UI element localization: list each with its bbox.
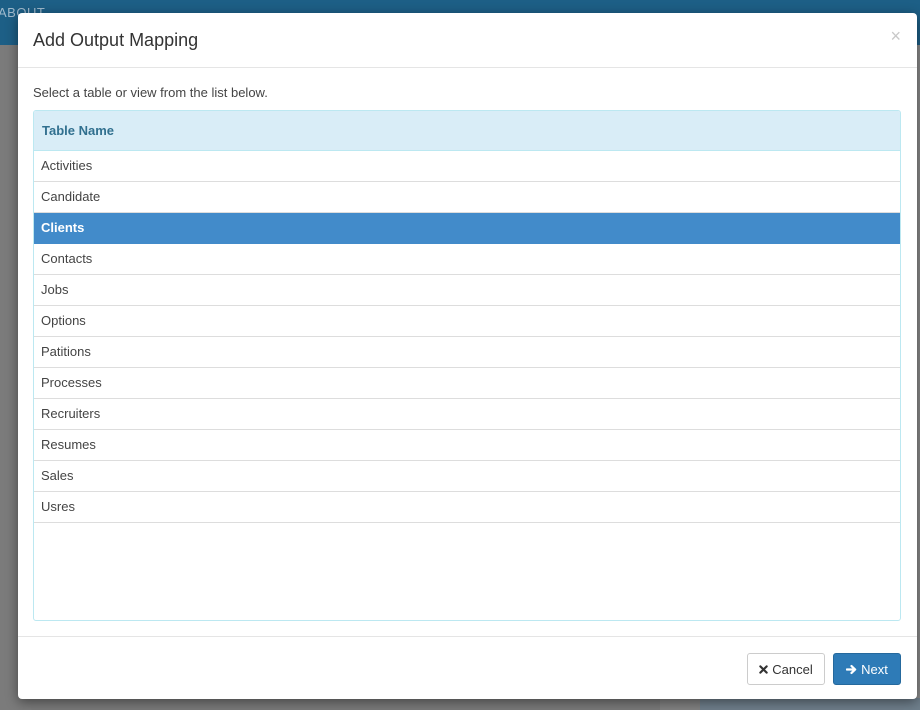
table-row[interactable]: Sales [34,461,900,492]
table-row[interactable]: Resumes [34,430,900,461]
arrow-right-icon [846,664,857,675]
cancel-button[interactable]: Cancel [747,653,825,685]
table-row[interactable]: Candidate [34,182,900,213]
next-button[interactable]: Next [833,653,901,685]
times-icon [759,664,768,674]
background-bottom-strip [700,698,920,710]
modal-title: Add Output Mapping [33,30,199,50]
next-label: Next [861,661,888,677]
modal-header: Add Output Mapping × [18,13,917,68]
table-row[interactable]: Processes [34,368,900,399]
table-list-panel: Table Name Activities Candidate Clients Con… [33,110,901,621]
cancel-label: Cancel [772,661,813,677]
close-icon[interactable]: × [890,27,901,45]
table-rows: Activities Candidate Clients Contacts Jobs Op… [34,151,900,523]
table-row[interactable]: Clients [34,213,900,244]
table-name-header: Table Name [34,111,900,151]
table-row[interactable]: Patitions [34,337,900,368]
table-row[interactable]: Recruiters [34,399,900,430]
modal-footer: Cancel Next [18,636,917,699]
add-output-mapping-dialog: Add Output Mapping × Select a table or v… [18,13,917,699]
instructions-text: Select a table or view from the list bel… [33,85,268,100]
table-row[interactable]: Activities [34,151,900,182]
table-row[interactable]: Jobs [34,275,900,306]
table-row[interactable]: Usres [34,492,900,523]
table-row[interactable]: Options [34,306,900,337]
table-row[interactable]: Contacts [34,244,900,275]
